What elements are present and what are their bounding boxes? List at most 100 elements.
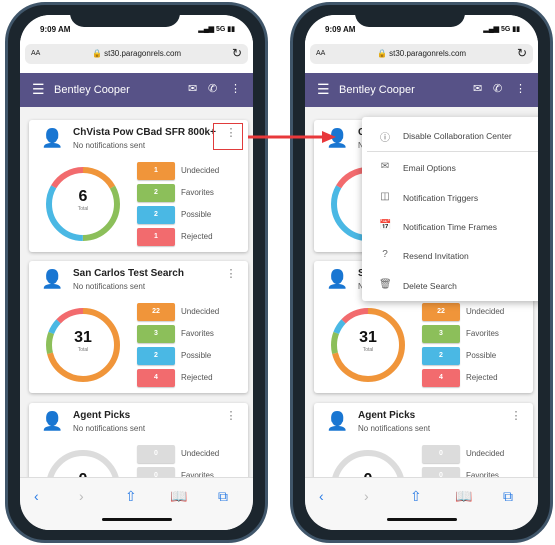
phone-frame: 9:09 AM ▂▄▆ 5G ▮▮ AA 🔒 st30.paragonrels.com… (5, 2, 268, 543)
notification-status: No notifications sent (73, 424, 146, 433)
forward-icon[interactable]: › (79, 488, 84, 504)
reload-icon[interactable]: ↻ (517, 46, 527, 60)
label-undecided: Undecided (466, 307, 505, 316)
info-icon: ⓘ (380, 133, 390, 144)
badge-undecided[interactable]: 0 (137, 445, 175, 463)
badge-possible[interactable]: 2 (422, 347, 460, 365)
url-text[interactable]: 🔒 st30.paragonrels.com (25, 49, 248, 58)
badge-possible[interactable]: 2 (137, 347, 175, 365)
label-rejected: Rejected (181, 232, 213, 241)
menu-icon[interactable]: ☰ (317, 81, 330, 98)
label-favorites: Favorites (466, 329, 499, 338)
mail-icon[interactable]: ✉ (473, 82, 482, 95)
total-count: 6 (78, 188, 88, 205)
badge-undecided[interactable]: 22 (422, 303, 460, 321)
label-undecided: Undecided (466, 449, 505, 458)
address-bar[interactable]: AA 🔒 st30.paragonrels.com ↻ (310, 44, 533, 64)
calendar-clock-icon: 📅 (379, 219, 392, 231)
browser-toolbar: ‹ › ⇧ 📖 ⧉ (20, 477, 253, 530)
highlight-box (213, 123, 243, 150)
toggle-icon: ◫ (380, 190, 390, 202)
more-icon[interactable]: ⋮ (515, 82, 526, 95)
badge-rejected[interactable]: 4 (422, 369, 460, 387)
agent-avatar-icon: 👤 (41, 411, 64, 431)
label-possible: Possible (181, 210, 212, 219)
menu-item-label: Email Options (403, 163, 456, 174)
card-more-button[interactable]: ⋮ (510, 409, 522, 422)
menu-item-email-options[interactable]: ✉ Email Options (362, 156, 538, 180)
label-undecided: Undecided (181, 449, 220, 458)
pointer-arrow (248, 130, 338, 148)
agent-avatar-icon: 👤 (326, 411, 349, 431)
phone-frame: 9:09 AM ▂▄▆ 5G ▮▮ AA 🔒 st30.paragonrels.com… (290, 2, 553, 543)
phone-notch (355, 5, 465, 27)
phone-screen: 9:09 AM ▂▄▆ 5G ▮▮ AA 🔒 st30.paragonrels.com… (305, 15, 538, 530)
total-label: Total (77, 206, 89, 212)
mail-icon[interactable]: ✉ (188, 82, 197, 95)
help-icon: ? (382, 249, 388, 261)
bookmarks-icon[interactable]: 📖 (170, 488, 187, 505)
badge-undecided[interactable]: 22 (137, 303, 175, 321)
label-undecided: Undecided (181, 307, 220, 316)
notification-status: No notifications sent (73, 141, 146, 150)
reload-icon[interactable]: ↻ (232, 46, 242, 60)
badge-favorites[interactable]: 2 (137, 184, 175, 202)
total-label: Total (77, 347, 89, 353)
back-icon[interactable]: ‹ (34, 488, 39, 504)
menu-item-label: Resend Invitation (403, 251, 469, 262)
bookmarks-icon[interactable]: 📖 (455, 488, 472, 505)
search-name: San Carlos Test Search (73, 268, 184, 279)
label-rejected: Rejected (181, 373, 213, 382)
phone-icon[interactable]: ✆ (493, 82, 502, 95)
total-count: 31 (74, 329, 92, 346)
agent-avatar-icon: 👤 (41, 269, 64, 289)
menu-icon[interactable]: ☰ (32, 81, 45, 98)
badge-favorites[interactable]: 3 (137, 325, 175, 343)
menu-item-notification-triggers[interactable]: ◫ Notification Triggers (362, 186, 538, 210)
menu-item-label: Delete Search (403, 280, 457, 291)
tabs-icon[interactable]: ⧉ (218, 488, 228, 505)
phone-screen: 9:09 AM ▂▄▆ 5G ▮▮ AA 🔒 st30.paragonrels.com… (20, 15, 253, 530)
badge-undecided[interactable]: 0 (422, 445, 460, 463)
menu-item-label: Disable Collaboration Center (403, 131, 512, 141)
tabs-icon[interactable]: ⧉ (503, 488, 513, 505)
badge-possible[interactable]: 2 (137, 206, 175, 224)
menu-item-label: Notification Time Frames (403, 221, 497, 232)
agent-avatar-icon: 👤 (41, 128, 64, 148)
forward-icon[interactable]: › (364, 488, 369, 504)
status-time: 9:09 AM (40, 25, 71, 34)
back-icon[interactable]: ‹ (319, 488, 324, 504)
badge-rejected[interactable]: 1 (137, 228, 175, 246)
trash-icon: 🗑 (379, 278, 392, 290)
menu-item-notification-time-frames[interactable]: 📅 Notification Time Frames (362, 215, 538, 239)
signal-indicator: ▂▄▆ 5G ▮▮ (198, 26, 235, 33)
address-bar[interactable]: AA 🔒 st30.paragonrels.com ↻ (25, 44, 248, 64)
url-text[interactable]: 🔒 st30.paragonrels.com (310, 49, 533, 58)
label-possible: Possible (466, 351, 497, 360)
menu-item-disable-collaboration-center[interactable]: ⓘ Disable Collaboration Center (362, 124, 538, 148)
more-icon[interactable]: ⋮ (230, 82, 241, 95)
agent-avatar-icon: 👤 (326, 269, 349, 289)
menu-item-resend-invitation[interactable]: ? Resend Invitation (362, 244, 538, 268)
label-rejected: Rejected (466, 373, 498, 382)
share-icon[interactable]: ⇧ (410, 488, 422, 505)
status-time: 9:09 AM (325, 25, 356, 34)
card-more-button[interactable]: ⋮ (225, 267, 237, 280)
badge-undecided[interactable]: 1 (137, 162, 175, 180)
notification-status: No notifications sent (358, 424, 431, 433)
browser-address-area: AA 🔒 st30.paragonrels.com ↻ (20, 40, 253, 73)
search-card[interactable]: 👤 San Carlos Test Search No notifications … (29, 261, 248, 393)
phone-icon[interactable]: ✆ (208, 82, 217, 95)
label-favorites: Favorites (181, 188, 214, 197)
browser-address-area: AA 🔒 st30.paragonrels.com ↻ (305, 40, 538, 73)
badge-favorites[interactable]: 3 (422, 325, 460, 343)
menu-divider (367, 151, 538, 152)
menu-item-delete-search[interactable]: 🗑 Delete Search (362, 274, 538, 298)
header-title: Bentley Cooper (339, 84, 415, 96)
card-more-button[interactable]: ⋮ (225, 409, 237, 422)
share-icon[interactable]: ⇧ (125, 488, 137, 505)
search-card[interactable]: 👤 ChVista Pow CBad SFR 800k+ No notificati… (29, 120, 248, 252)
search-name: Agent Picks (358, 410, 416, 421)
badge-rejected[interactable]: 4 (137, 369, 175, 387)
label-undecided: Undecided (181, 166, 220, 175)
